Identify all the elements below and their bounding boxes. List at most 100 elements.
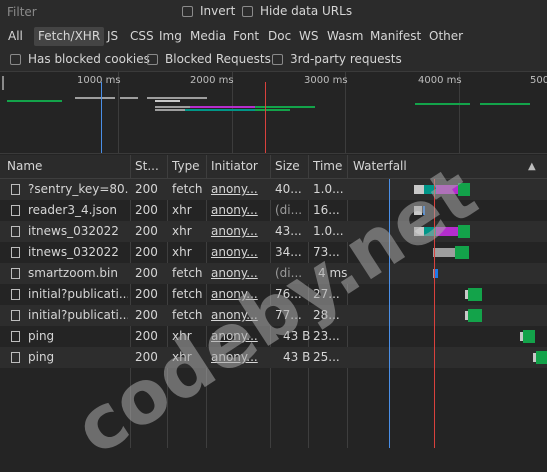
overview-bar xyxy=(255,109,290,111)
column-header-name[interactable]: Name xyxy=(7,159,42,173)
table-row[interactable]: ?sentry_key=80... 200 fetch anony... 40... 1.… xyxy=(0,179,547,200)
request-name-cell[interactable]: itnews_032022 xyxy=(28,245,128,259)
load-event-marker xyxy=(265,82,266,153)
overview-bar xyxy=(120,97,138,99)
overview-bar xyxy=(75,97,115,99)
initiator-link[interactable]: anony... xyxy=(211,329,258,343)
request-name-cell[interactable]: ?sentry_key=80... xyxy=(28,182,128,196)
status-cell: 200 xyxy=(135,329,158,343)
initiator-link[interactable]: anony... xyxy=(211,182,258,196)
request-name-cell[interactable]: itnews_032022 xyxy=(28,224,128,238)
waterfall-bar-download xyxy=(435,269,438,278)
type-filter-js[interactable]: JS xyxy=(107,27,118,46)
request-name-cell[interactable]: reader3_4.json xyxy=(28,203,128,217)
type-cell: fetch xyxy=(172,182,203,196)
waterfall-bar-waiting xyxy=(458,183,470,196)
waterfall-bar-waiting xyxy=(455,246,469,259)
type-filter-img[interactable]: Img xyxy=(159,27,182,46)
blocked-cookies-label: Has blocked cookies xyxy=(28,52,150,66)
filter-input[interactable] xyxy=(3,3,177,20)
table-row[interactable]: smartzoom.bin 200 fetch anony... (di... 4 ms xyxy=(0,263,547,284)
sort-ascending-icon[interactable]: ▲ xyxy=(528,161,536,172)
status-cell: 200 xyxy=(135,308,158,322)
file-icon xyxy=(11,247,20,258)
request-name-cell[interactable]: smartzoom.bin xyxy=(28,266,128,280)
size-cell: 40... xyxy=(275,182,302,196)
hide-data-urls-checkbox[interactable] xyxy=(242,6,253,17)
overview-bar xyxy=(415,103,470,105)
third-party-checkbox[interactable] xyxy=(272,54,283,65)
size-cell: (di... xyxy=(275,266,303,280)
request-name-cell[interactable]: ping xyxy=(28,350,128,364)
table-row[interactable]: ping 200 xhr anony... 43 B 23... xyxy=(0,326,547,347)
initiator-link[interactable]: anony... xyxy=(211,266,258,280)
type-filter-ws[interactable]: WS xyxy=(299,27,318,46)
time-cell: 1.0... xyxy=(313,182,344,196)
initiator-link[interactable]: anony... xyxy=(211,287,258,301)
status-cell: 200 xyxy=(135,350,158,364)
request-name-cell[interactable]: initial?publicati... xyxy=(28,287,128,301)
blocked-requests-label: Blocked Requests xyxy=(165,52,271,66)
invert-checkbox[interactable] xyxy=(182,6,193,17)
waterfall-bar-waiting xyxy=(523,330,535,343)
blocked-requests-checkbox[interactable] xyxy=(147,54,158,65)
column-header-initiator[interactable]: Initiator xyxy=(211,159,258,173)
type-cell: xhr xyxy=(172,329,192,343)
type-filter-fetch-xhr[interactable]: Fetch/XHR xyxy=(34,27,105,46)
timeline-overview[interactable]: 1000 ms 2000 ms 3000 ms 4000 ms 500 xyxy=(0,72,547,154)
overview-bar xyxy=(480,103,530,105)
column-header-status[interactable]: St... xyxy=(135,159,159,173)
initiator-link[interactable]: anony... xyxy=(211,245,258,259)
table-row[interactable]: itnews_032022 200 xhr anony... 34... 73... xyxy=(0,242,547,263)
column-header-type[interactable]: Type xyxy=(172,159,200,173)
waterfall-bar-queue xyxy=(433,248,455,257)
type-cell: xhr xyxy=(172,203,192,217)
file-icon xyxy=(11,289,20,300)
type-filter-manifest[interactable]: Manifest xyxy=(370,27,421,46)
type-filter-doc[interactable]: Doc xyxy=(268,27,291,46)
request-name-cell[interactable]: initial?publicati... xyxy=(28,308,128,322)
tick-label-4000: 4000 ms xyxy=(418,75,462,86)
size-cell: (di... xyxy=(275,203,303,217)
initiator-link[interactable]: anony... xyxy=(211,308,258,322)
type-filter-media[interactable]: Media xyxy=(190,27,226,46)
initiator-link[interactable]: anony... xyxy=(211,350,258,364)
request-name-cell[interactable]: ping xyxy=(28,329,128,343)
type-filter-all[interactable]: All xyxy=(8,27,23,46)
invert-label: Invert xyxy=(200,4,236,18)
overview-bar xyxy=(185,109,255,111)
table-row[interactable]: initial?publicati... 200 fetch anony... 76..… xyxy=(0,284,547,305)
waterfall-bar-waiting xyxy=(458,225,470,238)
table-row[interactable]: initial?publicati... 200 fetch anony... 77..… xyxy=(0,305,547,326)
table-row[interactable]: itnews_032022 200 xhr anony... 43... 1.0... xyxy=(0,221,547,242)
size-cell: 43 B xyxy=(283,329,311,343)
column-header-time[interactable]: Time xyxy=(313,159,342,173)
time-cell: 1.0... xyxy=(313,224,344,238)
type-filter-css[interactable]: CSS xyxy=(130,27,154,46)
waterfall-bar-ssl xyxy=(436,185,458,194)
waterfall-bar-waiting xyxy=(536,351,547,364)
table-row[interactable]: reader3_4.json 200 xhr anony... (di... 16... xyxy=(0,200,547,221)
filter-toolbar: Invert Hide data URLs xyxy=(0,0,547,24)
initiator-link[interactable]: anony... xyxy=(211,203,258,217)
time-cell: 4 ms xyxy=(318,266,348,280)
file-icon xyxy=(11,184,20,195)
overview-left-handle[interactable] xyxy=(2,76,4,90)
hide-data-urls-label: Hide data URLs xyxy=(260,4,353,18)
type-filter-wasm[interactable]: Wasm xyxy=(327,27,363,46)
column-header-size[interactable]: Size xyxy=(275,159,300,173)
type-filter-font[interactable]: Font xyxy=(233,27,259,46)
initiator-link[interactable]: anony... xyxy=(211,224,258,238)
file-icon xyxy=(11,226,20,237)
type-filter-other[interactable]: Other xyxy=(429,27,463,46)
blocked-cookies-checkbox[interactable] xyxy=(10,54,21,65)
waterfall-bar-waiting xyxy=(468,309,482,322)
file-icon xyxy=(11,352,20,363)
table-row[interactable]: ping 200 xhr anony... 43 B 25... xyxy=(0,347,547,368)
table-header: Name St... Type Initiator Size Time Wate… xyxy=(0,155,547,179)
waterfall-bar-waiting xyxy=(468,288,482,301)
tick-label-2000: 2000 ms xyxy=(190,75,234,86)
column-header-waterfall[interactable]: Waterfall xyxy=(353,159,407,173)
tick-label-5000: 500 xyxy=(530,75,547,86)
status-cell: 200 xyxy=(135,203,158,217)
